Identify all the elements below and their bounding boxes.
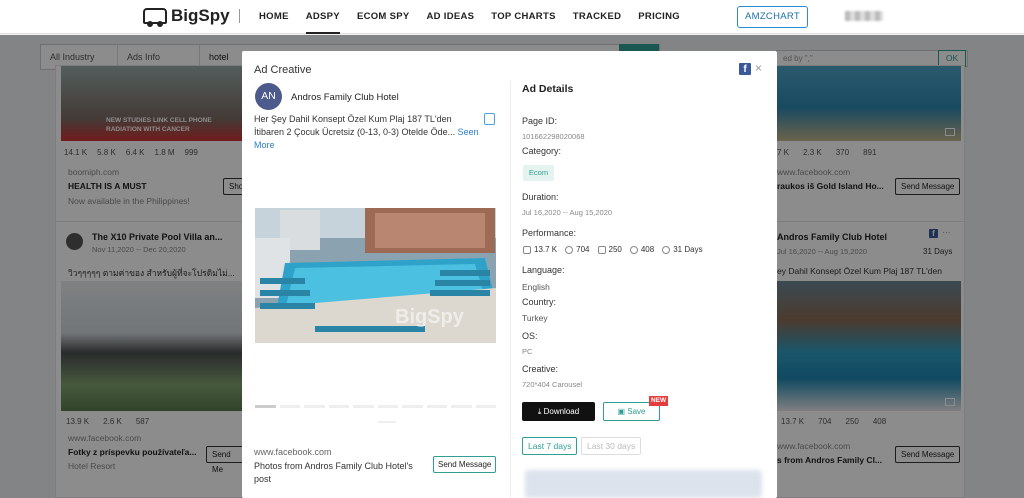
trend-chart-blurred (525, 470, 762, 498)
creative-value: 720*404 Carousel (522, 380, 583, 389)
bigspy-logo[interactable]: BigSpy (143, 6, 230, 27)
category-label: Category: (522, 146, 562, 156)
logo-text: BigSpy (171, 6, 230, 25)
language-label: Language: (522, 265, 565, 275)
amzchart-button[interactable]: AMZCHART (737, 6, 808, 28)
ad-details-title: Ad Details (522, 83, 574, 95)
download-label: Download (543, 407, 580, 416)
nav-tracked[interactable]: TRACKED (573, 0, 622, 34)
language-value: English (522, 282, 550, 292)
modal-divider (510, 81, 511, 498)
creative-label: Creative: (522, 364, 559, 374)
duration-label: Duration: (522, 192, 559, 202)
view-icon (629, 245, 638, 254)
performance-label: Performance: (522, 228, 577, 238)
top-nav: BigSpy HOME ADSPY ECOM SPY AD IDEAS TOP … (0, 0, 1024, 34)
modal-title: Ad Creative (254, 64, 312, 76)
ad-body: Her Şey Dahil Konsept Özel Kum Plaj 187 … (254, 114, 458, 137)
performance-stats: 13.7 K 704 250 408 31 Days (523, 245, 703, 254)
ad-domain: www.facebook.com (254, 447, 332, 457)
nav-divider (239, 9, 240, 23)
car-icon (143, 8, 167, 27)
send-message-button[interactable]: Send Message (433, 456, 497, 473)
carousel-dot[interactable] (402, 405, 423, 408)
ad-cta-text: Photos from Andros Family Club Hotel's p… (254, 461, 413, 484)
carousel-dot[interactable] (451, 405, 472, 408)
ad-creative-modal: Ad Creative f × AN Andros Family Club Ho… (242, 51, 777, 498)
days-stat: 31 Days (662, 245, 703, 254)
os-value: PC (522, 347, 533, 356)
save-label: Save (627, 407, 646, 416)
download-button[interactable]: ⤓ Download (522, 402, 595, 421)
close-icon[interactable]: × (755, 61, 762, 75)
carousel-dot[interactable] (353, 405, 374, 408)
nav-top-charts[interactable]: TOP CHARTS (491, 0, 555, 34)
nav-pricing[interactable]: PRICING (638, 0, 680, 34)
carousel-dot[interactable] (475, 405, 496, 408)
carousel-indicators (255, 405, 496, 408)
views-stat: 408 (629, 245, 654, 254)
main-nav: HOME ADSPY ECOM SPY AD IDEAS TOP CHARTS … (259, 0, 697, 34)
category-tag: Ecom (523, 165, 554, 181)
duration-value: Jul 16,2020 -- Aug 15,2020 (522, 208, 613, 217)
user-avatar-blurred[interactable] (845, 11, 883, 21)
page-id-value: 101662298020068 (522, 132, 585, 141)
nav-adspy[interactable]: ADSPY (305, 0, 340, 34)
nav-ecom-spy[interactable]: ECOM SPY (357, 0, 410, 34)
carousel-dot[interactable] (378, 421, 396, 423)
comments-stat: 704 (565, 245, 590, 254)
nav-home[interactable]: HOME (259, 0, 289, 34)
facebook-icon: f (739, 63, 751, 75)
page-id-label: Page ID: (522, 116, 558, 126)
likes-stat: 13.7 K (523, 245, 557, 254)
tab-last-7-days[interactable]: Last 7 days (522, 437, 578, 455)
nav-ad-ideas[interactable]: AD IDEAS (427, 0, 475, 34)
share-icon (597, 245, 606, 254)
advertiser-name[interactable]: Andros Family Club Hotel (291, 92, 399, 103)
carousel-dot[interactable] (328, 405, 349, 408)
carousel-dot[interactable] (279, 405, 300, 408)
shares-stat: 250 (597, 245, 622, 254)
ad-image[interactable]: BigSpy (255, 208, 496, 343)
carousel-dot[interactable] (377, 405, 398, 408)
os-label: OS: (522, 331, 538, 341)
thumb-up-icon (523, 245, 531, 254)
comment-icon (565, 245, 574, 254)
country-label: Country: (522, 297, 557, 307)
carousel-dot[interactable] (255, 405, 276, 408)
carousel-dot[interactable] (304, 405, 325, 408)
bigspy-watermark: BigSpy (395, 306, 464, 328)
clock-icon (662, 245, 671, 254)
tab-last-30-days[interactable]: Last 30 days (581, 437, 642, 455)
new-badge: NEW (649, 396, 669, 406)
ad-text: Her Şey Dahil Konsept Özel Kum Plaj 187 … (254, 113, 484, 152)
country-value: Turkey (522, 313, 548, 323)
carousel-dot[interactable] (426, 405, 447, 408)
copy-icon[interactable] (484, 113, 495, 125)
advertiser-avatar: AN (255, 83, 282, 110)
